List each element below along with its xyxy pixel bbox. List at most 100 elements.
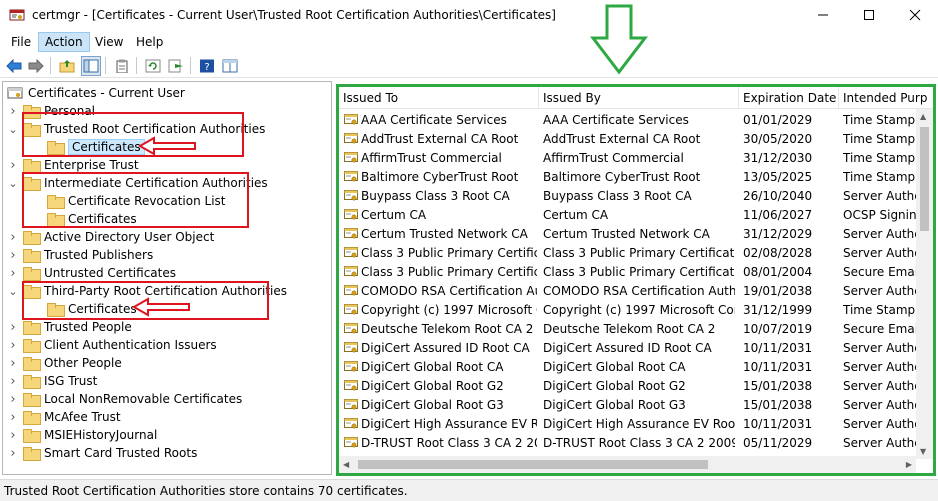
tree-node-other-people[interactable]: › Other People: [7, 354, 122, 372]
chevron-down-icon[interactable]: ⌄: [7, 177, 19, 190]
folder-icon: [23, 411, 41, 425]
table-row[interactable]: Copyright (c) 1997 Microsoft C... Copyrig…: [339, 301, 919, 320]
chevron-right-icon[interactable]: ›: [7, 374, 19, 389]
table-row[interactable]: Buypass Class 3 Root CA Buypass Class 3 R…: [339, 187, 919, 206]
cell-issued-by: Copyright (c) 1997 Microsoft Corp.: [543, 303, 735, 317]
table-row[interactable]: Certum CA Certum CA 11/06/2027 OCSP Signing…: [339, 206, 919, 225]
up-folder-button[interactable]: [57, 56, 77, 76]
table-row[interactable]: AddTrust External CA Root AddTrust Extern…: [339, 130, 919, 149]
cell-issued-by: Certum CA: [543, 208, 609, 222]
table-row[interactable]: AffirmTrust Commercial AffirmTrust Commer…: [339, 149, 919, 168]
chevron-right-icon[interactable]: ›: [7, 248, 19, 263]
cell-issued-to: Class 3 Public Primary Certificat...: [361, 265, 537, 279]
close-icon: [909, 9, 921, 21]
menu-bar: File Action View Help: [0, 30, 938, 52]
chevron-right-icon[interactable]: ›: [7, 230, 19, 245]
table-row[interactable]: DigiCert Global Root CA DigiCert Global R…: [339, 358, 919, 377]
tree-node-local-nonremovable-certificates[interactable]: › Local NonRemovable Certificates: [7, 390, 242, 408]
tree-node-active-directory-user-object[interactable]: › Active Directory User Object: [7, 228, 214, 246]
export-list-button[interactable]: [166, 56, 186, 76]
help-button[interactable]: ?: [197, 56, 217, 76]
tree-node-msiehistoryjournal[interactable]: › MSIEHistoryJournal: [7, 426, 157, 444]
chevron-right-icon[interactable]: ›: [7, 338, 19, 353]
chevron-down-icon[interactable]: ⌄: [7, 285, 19, 298]
chevron-right-icon[interactable]: ›: [7, 266, 19, 281]
cell-expiration-date: 10/11/2031: [743, 360, 813, 374]
menu-action[interactable]: Action: [38, 32, 90, 52]
close-button[interactable]: [892, 0, 938, 30]
tree-node-mcafee-trust[interactable]: › McAfee Trust: [7, 408, 121, 426]
table-row[interactable]: AAA Certificate Services AAA Certificate …: [339, 111, 919, 130]
menu-file[interactable]: File: [5, 32, 37, 52]
chevron-right-icon[interactable]: ›: [7, 446, 19, 461]
table-row[interactable]: Deutsche Telekom Root CA 2 Deutsche Telek…: [339, 320, 919, 339]
tree-node-client-authentication-issuers[interactable]: › Client Authentication Issuers: [7, 336, 217, 354]
console-tree-icon: [83, 59, 99, 73]
column-intended-purposes[interactable]: Intended Purp: [839, 87, 933, 109]
cell-intended-purposes: Server Authent: [843, 284, 919, 298]
vertical-scrollbar[interactable]: ▲ ▼: [916, 109, 933, 459]
title-bar[interactable]: certmgr - [Certificates - Current User\T…: [0, 0, 938, 30]
copy-button[interactable]: [112, 56, 132, 76]
chevron-right-icon[interactable]: ›: [7, 410, 19, 425]
table-row[interactable]: Baltimore CyberTrust Root Baltimore Cyber…: [339, 168, 919, 187]
menu-view[interactable]: View: [89, 32, 129, 52]
tree-node-trusted-people[interactable]: › Trusted People: [7, 318, 132, 336]
up-folder-icon: [59, 60, 75, 73]
tree-node-smart-card-trusted-roots[interactable]: › Smart Card Trusted Roots: [7, 444, 197, 462]
maximize-button[interactable]: [846, 0, 892, 30]
column-expiration-date[interactable]: Expiration Date: [739, 87, 839, 109]
table-row[interactable]: Certum Trusted Network CA Certum Trusted …: [339, 225, 919, 244]
column-issued-by[interactable]: Issued By: [539, 87, 739, 109]
cell-issued-to: DigiCert Global Root G2: [361, 379, 504, 393]
scroll-down-icon[interactable]: ▼: [920, 447, 926, 456]
chevron-right-icon[interactable]: ›: [7, 104, 19, 119]
cell-issued-to: AffirmTrust Commercial: [361, 151, 502, 165]
cell-expiration-date: 19/01/2038: [743, 284, 813, 298]
cell-issued-by: AddTrust External CA Root: [543, 132, 701, 146]
scroll-up-icon[interactable]: ▲: [920, 112, 926, 121]
back-button[interactable]: [4, 56, 24, 76]
chevron-down-icon[interactable]: ⌄: [7, 123, 19, 136]
table-row[interactable]: DigiCert Global Root G2 DigiCert Global R…: [339, 377, 919, 396]
chevron-right-icon[interactable]: ›: [7, 392, 19, 407]
menu-help[interactable]: Help: [130, 32, 169, 52]
chevron-right-icon[interactable]: ›: [7, 158, 19, 173]
table-row[interactable]: D-TRUST Root Class 3 CA 2 2009 D-TRUST Ro…: [339, 434, 919, 453]
chevron-right-icon[interactable]: ›: [7, 320, 19, 335]
minimize-button[interactable]: [800, 0, 846, 30]
cell-intended-purposes: Secure Email, C: [843, 265, 919, 279]
cell-issued-by: Class 3 Public Primary Certificatio...: [543, 246, 735, 260]
scroll-right-icon[interactable]: ▶: [906, 460, 912, 469]
cell-expiration-date: 08/01/2004: [743, 265, 813, 279]
cell-issued-by: AffirmTrust Commercial: [543, 151, 684, 165]
tree-node-isg-trust[interactable]: › ISG Trust: [7, 372, 97, 390]
red-left-arrow-annotation: [138, 136, 196, 156]
table-row[interactable]: DigiCert Global Root G3 DigiCert Global R…: [339, 396, 919, 415]
chevron-right-icon[interactable]: ›: [7, 428, 19, 443]
table-row[interactable]: DigiCert Assured ID Root CA DigiCert Assu…: [339, 339, 919, 358]
table-row[interactable]: Class 3 Public Primary Certificat... Clas…: [339, 244, 919, 263]
table-row[interactable]: Class 3 Public Primary Certificat... Clas…: [339, 263, 919, 282]
scroll-left-icon[interactable]: ◀: [343, 460, 349, 469]
back-arrow-icon: [6, 59, 22, 73]
certificate-icon: [344, 209, 358, 220]
cell-intended-purposes: Server Authent: [843, 436, 919, 450]
show-hide-action-pane-button[interactable]: [220, 56, 240, 76]
certmgr-window: certmgr - [Certificates - Current User\T…: [0, 0, 938, 501]
refresh-button[interactable]: [143, 56, 163, 76]
chevron-right-icon[interactable]: ›: [7, 356, 19, 371]
vertical-scroll-thumb[interactable]: [920, 127, 929, 231]
certificate-list-pane[interactable]: Issued To Issued By Expiration Date Inte…: [336, 84, 936, 476]
tree-node-untrusted-certificates[interactable]: › Untrusted Certificates: [7, 264, 176, 282]
table-row[interactable]: DigiCert High Assurance EV Ro... DigiCert…: [339, 415, 919, 434]
tree-node-trusted-publishers[interactable]: › Trusted Publishers: [7, 246, 153, 264]
table-row[interactable]: COMODO RSA Certification Auth... COMODO R…: [339, 282, 919, 301]
show-hide-console-tree-button[interactable]: [81, 56, 101, 76]
tree-root-certificates-current-user[interactable]: Certificates - Current User: [7, 84, 185, 102]
toolbar: ?: [0, 53, 938, 78]
forward-button[interactable]: [26, 56, 46, 76]
svg-text:?: ?: [204, 62, 209, 73]
horizontal-scrollbar[interactable]: ◀ ▶: [339, 456, 916, 473]
horizontal-scroll-thumb[interactable]: [358, 460, 708, 469]
